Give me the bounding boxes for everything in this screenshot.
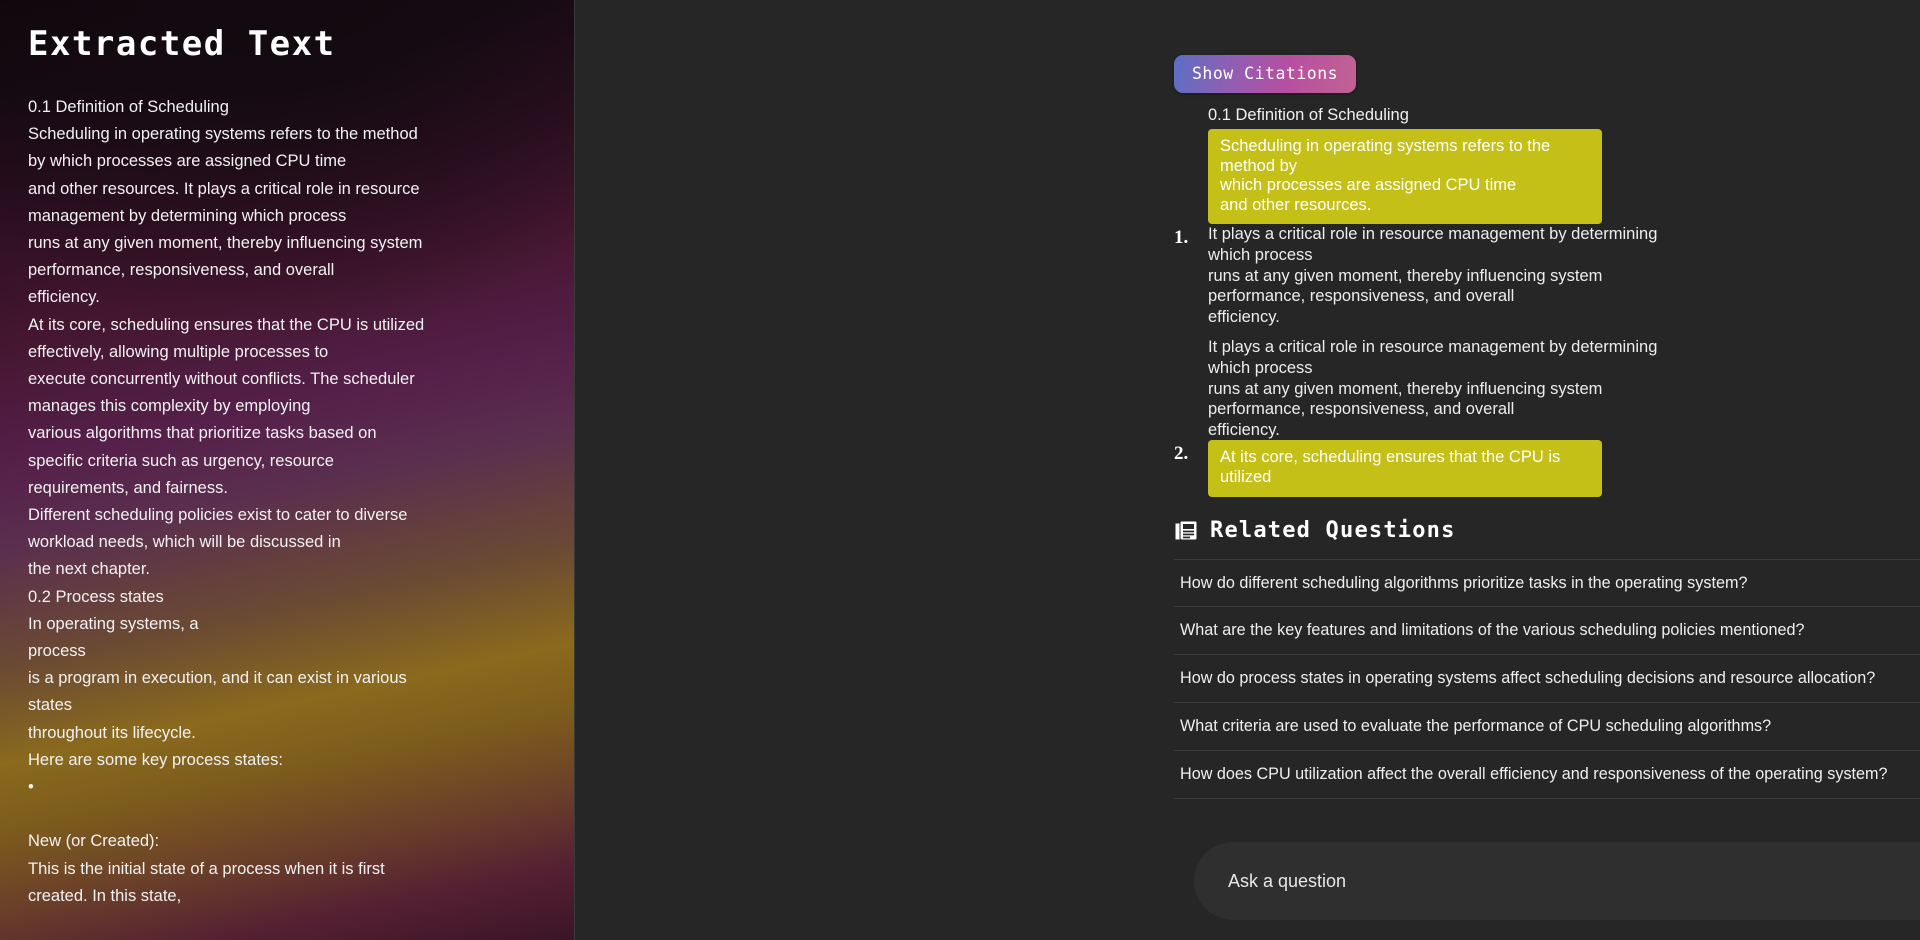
citation-line: which process — [1208, 358, 1313, 377]
related-question-row[interactable]: How do process states in operating syste… — [1174, 655, 1920, 703]
extracted-text-line: New (or Created): — [28, 832, 160, 851]
extracted-text-line: created. In this state, — [28, 886, 182, 905]
citation-spacer — [1208, 327, 1734, 337]
citation-section-heading: 0.1 Definition of Scheduling — [1208, 106, 1409, 124]
extracted-text-line: requirements, and fairness. — [28, 478, 228, 497]
related-question-text: How do different scheduling algorithms p… — [1180, 573, 1748, 592]
citation-marker: 1. — [1174, 227, 1189, 249]
related-questions-list: How do different scheduling algorithms p… — [1174, 559, 1920, 799]
extracted-text-line: This is the initial state of a process w… — [28, 859, 385, 878]
citation-highlight: At its core, scheduling ensures that the… — [1208, 440, 1602, 497]
related-question-row[interactable]: How does CPU utilization affect the over… — [1174, 751, 1920, 799]
extracted-text-line: throughout its lifecycle. — [28, 723, 196, 742]
extracted-text-line: 0.2 Process states — [28, 587, 164, 606]
citation-line: efficiency. — [1208, 307, 1280, 326]
related-question-text: What are the key features and limitation… — [1180, 621, 1805, 639]
extracted-text-line: Different scheduling policies exist to c… — [28, 506, 408, 525]
related-question-row[interactable]: What are the key features and limitation… — [1174, 607, 1920, 655]
extracted-text-line: the next chapter. — [28, 560, 151, 579]
related-question-text: How does CPU utilization affect the over… — [1180, 765, 1888, 783]
citation-block[interactable]: It plays a critical role in resource man… — [1208, 337, 1734, 440]
citations-scroll-region[interactable]: 0.1 Definition of Scheduling Scheduling … — [1174, 103, 1734, 500]
citation-line: It plays a critical role in resource man… — [1208, 338, 1658, 357]
citation-text: It plays a critical role in resource man… — [1208, 337, 1734, 440]
related-questions-section: Related Questions How do different sched… — [1174, 518, 1920, 799]
extracted-text-line: At its core, scheduling ensures that the… — [28, 315, 425, 334]
extracted-text-panel: Extracted Text 0.1 Definition of Schedul… — [0, 0, 575, 940]
extracted-text-line: is a program in execution, and it can ex… — [28, 669, 407, 688]
extracted-text-line: various algorithms that prioritize tasks… — [28, 424, 377, 443]
citation-line: performance, responsiveness, and overall — [1208, 400, 1515, 419]
extracted-text-line: manages this complexity by employing — [28, 397, 311, 416]
extracted-text-line: 0.1 Definition of Scheduling — [28, 98, 229, 116]
extracted-text-line — [28, 801, 546, 828]
citations-area: Show Citations 0.1 Definition of Schedul… — [575, 0, 1920, 504]
extracted-text-line: efficiency. — [28, 288, 100, 307]
ask-question-input[interactable] — [1228, 870, 1920, 892]
citation-line: runs at any given moment, thereby influe… — [1208, 266, 1603, 285]
extracted-text-line: process — [28, 642, 86, 661]
citation-line: performance, responsiveness, and overall — [1208, 287, 1515, 306]
citation-block[interactable]: 2. At its core, scheduling ensures that t… — [1174, 440, 1734, 497]
extracted-text-line: execute concurrently without conflicts. … — [28, 370, 415, 389]
citation-marker: 2. — [1174, 443, 1189, 465]
extracted-text-line: workload needs, which will be discussed … — [28, 533, 341, 552]
citation-line: which process — [1208, 245, 1313, 264]
citation-line: runs at any given moment, thereby influe… — [1208, 379, 1603, 398]
citation-block[interactable]: 1. It plays a critical role in resource m… — [1174, 224, 1734, 327]
related-question-text: What criteria are used to evaluate the p… — [1180, 717, 1772, 735]
related-question-row[interactable]: What criteria are used to evaluate the p… — [1174, 703, 1920, 751]
citation-line: and other resources. — [1220, 195, 1372, 214]
extracted-text-line: by which processes are assigned CPU time — [28, 152, 347, 171]
extracted-text-inner: Extracted Text 0.1 Definition of Schedul… — [0, 0, 574, 940]
citation-text: It plays a critical role in resource man… — [1208, 224, 1734, 327]
extracted-text-line: • — [28, 778, 34, 797]
extracted-text-line: Here are some key process states: — [28, 750, 283, 769]
extracted-text-line: runs at any given moment, thereby influe… — [28, 234, 423, 253]
citation-highlight: Scheduling in operating systems refers t… — [1208, 129, 1602, 225]
citation-line: which processes are assigned CPU time — [1220, 176, 1517, 195]
show-citations-button[interactable]: Show Citations — [1174, 55, 1357, 93]
main-panel: Show Citations 0.1 Definition of Schedul… — [575, 0, 1920, 940]
citation-line: efficiency. — [1208, 420, 1280, 439]
related-questions-title: Related Questions — [1210, 518, 1456, 543]
app-root: Extracted Text 0.1 Definition of Schedul… — [0, 0, 1920, 940]
citation-line: Scheduling in operating systems refers t… — [1220, 137, 1551, 175]
citation-line: It plays a critical role in resource man… — [1208, 225, 1658, 244]
extracted-text-body: 0.1 Definition of Scheduling Scheduling i… — [28, 94, 546, 910]
related-questions-header: Related Questions — [1174, 518, 1920, 543]
extracted-text-line: management by determining which process — [28, 206, 347, 225]
citation-line: At its core, scheduling ensures that the… — [1220, 448, 1561, 486]
extracted-text-line: and other resources. It plays a critical… — [28, 179, 420, 198]
citation-list: Scheduling in operating systems refers t… — [1174, 129, 1734, 497]
document-icon — [1174, 519, 1198, 543]
extracted-text-line: performance, responsiveness, and overall — [28, 261, 335, 280]
related-question-text: How do process states in operating syste… — [1180, 669, 1876, 687]
extracted-text-line: In operating systems, a — [28, 614, 199, 633]
ask-question-bar[interactable] — [1194, 842, 1920, 920]
extracted-text-line: states — [28, 696, 73, 715]
extracted-text-line: specific criteria such as urgency, resou… — [28, 451, 334, 470]
extracted-text-line: Scheduling in operating systems refers t… — [28, 125, 418, 144]
citation-block[interactable]: Scheduling in operating systems refers t… — [1208, 129, 1734, 225]
page-title: Extracted Text — [28, 24, 336, 64]
related-question-row[interactable]: How do different scheduling algorithms p… — [1174, 559, 1920, 607]
extracted-text-line: effectively, allowing multiple processes… — [28, 342, 329, 361]
